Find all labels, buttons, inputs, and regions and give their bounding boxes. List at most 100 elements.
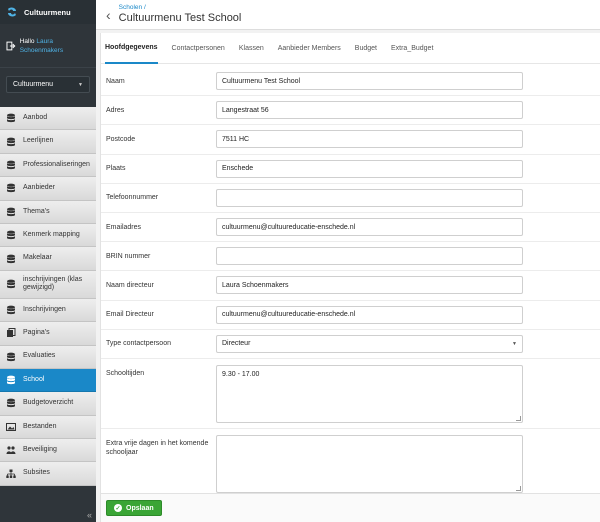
sidebar-collapse-button[interactable]: « [0, 508, 96, 522]
database-icon [7, 399, 15, 408]
form-row-postcode: Postcode 7511 HC [101, 125, 600, 155]
sidebar-item-label: inschrijvingen (klas gewijzigd) [23, 275, 83, 292]
field-label: Naam directeur [106, 281, 154, 289]
caret-down-icon: ▼ [78, 81, 83, 88]
sidebar-item-makelaar[interactable]: Makelaar [0, 247, 96, 271]
form-row-naam-directeur: Naam directeur Laura Schoenmakers [101, 271, 600, 301]
database-icon [7, 230, 15, 240]
logout-icon[interactable] [6, 41, 16, 51]
tab-hoofdgegevens[interactable]: Hoofdgegevens [105, 33, 158, 64]
page-title: Cultuurmenu Test School [118, 12, 242, 24]
check-icon: ✓ [114, 504, 122, 512]
database-icon [7, 254, 15, 263]
school-form: Naam Cultuurmenu Test School Adres Lange… [101, 67, 600, 499]
schooltijden-textarea[interactable]: 9.30 - 17.00 [216, 364, 523, 423]
sidebar-item-label: Makelaar [23, 254, 52, 262]
sidebar-item-evaluaties[interactable]: Evaluaties [0, 345, 96, 369]
tab-extra-budget[interactable]: Extra_Budget [391, 33, 433, 64]
tab-budget[interactable]: Budget [355, 33, 377, 64]
database-icon [7, 113, 15, 123]
form-row-plaats: Plaats Enschede [101, 155, 600, 184]
form-row-email-directeur: Email Directeur cultuurmenu@cultuureduca… [101, 301, 600, 330]
collapse-icon: « [86, 510, 92, 520]
tab-contactpersonen[interactable]: Contactpersonen [172, 33, 225, 64]
naam-directeur-input[interactable]: Laura Schoenmakers [216, 276, 523, 295]
resize-grip-icon[interactable] [516, 415, 521, 421]
sidebar-item-aanbod[interactable]: Aanbod [0, 107, 96, 131]
sidebar-item-label: Budgetoverzicht [23, 399, 74, 407]
tab-bar: Hoofdgegevens Contactpersonen Klassen Aa… [101, 33, 600, 64]
sidebar-item-label: Leerlijnen [23, 137, 54, 145]
form-row-emailadres: Emailadres cultuurmenu@cultuureducatie-e… [101, 213, 600, 243]
sitemap-icon [6, 469, 16, 478]
sidebar-item-inschrijvingen-klas-gewijzigd[interactable]: inschrijvingen (klas gewijzigd) [0, 270, 96, 299]
save-button[interactable]: ✓ Opslaan [106, 500, 162, 516]
organization-select[interactable]: Cultuurmenu ▼ [6, 76, 90, 93]
sidebar-nav: Aanbod Leerlijnen Professionaliseringen … [0, 107, 96, 486]
brin-input[interactable] [216, 247, 523, 266]
tab-klassen[interactable]: Klassen [239, 33, 264, 64]
sidebar-item-label: Thema's [23, 207, 50, 215]
sidebar-item-subsites[interactable]: Subsites [0, 462, 96, 486]
main-content: ‹ Scholen / Cultuurmenu Test School Hoof… [96, 0, 600, 522]
sidebar-item-label: Kenmerk mapping [23, 230, 80, 238]
form-row-adres: Adres Langestraat 56 [101, 96, 600, 126]
database-icon [7, 183, 15, 193]
field-label: Telefoonnummer [106, 194, 159, 202]
cultuurmenu-logo-icon [8, 7, 16, 17]
sidebar-item-label: Beveiliging [23, 446, 57, 454]
naam-input[interactable]: Cultuurmenu Test School [216, 72, 523, 91]
email-directeur-input[interactable]: cultuurmenu@cultuureducatie-enschede.nl [216, 305, 523, 324]
brand[interactable]: Cultuurmenu [0, 0, 96, 24]
telefoonnummer-input[interactable] [216, 188, 523, 207]
extra-vrije-dagen-textarea[interactable] [216, 434, 523, 493]
image-icon [6, 422, 16, 431]
field-label: Email Directeur [106, 311, 154, 319]
tab-aanbieder-members[interactable]: Aanbieder Members [278, 33, 341, 64]
sidebar-item-professionaliseringen[interactable]: Professionaliseringen [0, 153, 96, 178]
pages-icon [7, 328, 16, 338]
brand-name: Cultuurmenu [24, 7, 71, 17]
form-row-schooltijden: Schooltijden 9.30 - 17.00 [101, 359, 600, 429]
sidebar-item-label: School [23, 375, 45, 383]
field-label: Schooltijden [106, 369, 145, 377]
field-label: Extra vrije dagen in het komende schoolj… [106, 439, 209, 456]
sidebar-item-label: Inschrijvingen [23, 305, 66, 313]
greeting-label: Hallo [19, 37, 35, 45]
postcode-input[interactable]: 7511 HC [216, 130, 523, 149]
sidebar-item-bestanden[interactable]: Bestanden [0, 415, 96, 440]
breadcrumb[interactable]: Scholen / [119, 4, 242, 12]
textarea-value: 9.30 - 17.00 [222, 370, 260, 378]
form-row-telefoonnummer: Telefoonnummer [101, 184, 600, 213]
sidebar-item-budgetoverzicht[interactable]: Budgetoverzicht [0, 392, 96, 416]
users-icon [6, 446, 16, 455]
sidebar-item-label: Evaluaties [23, 352, 56, 360]
sidebar-item-beveiliging[interactable]: Beveiliging [0, 439, 96, 463]
adres-input[interactable]: Langestraat 56 [216, 101, 523, 120]
database-icon [7, 137, 15, 146]
sidebar-item-leerlijnen[interactable]: Leerlijnen [0, 130, 96, 154]
sidebar-item-label: Aanbieder [23, 184, 55, 192]
sidebar-item-inschrijvingen[interactable]: Inschrijvingen [0, 298, 96, 323]
sidebar-item-kenmerk-mapping[interactable]: Kenmerk mapping [0, 223, 96, 248]
sidebar-item-aanbieder[interactable]: Aanbieder [0, 177, 96, 201]
user-greeting[interactable]: Hallo Laura Schoenmakers [0, 24, 96, 68]
sidebar-item-label: Bestanden [23, 422, 57, 430]
sidebar-item-label: Pagina's [23, 329, 50, 337]
field-label: Emailadres [106, 223, 142, 231]
back-chevron-icon[interactable]: ‹ [106, 8, 111, 22]
select-value: Directeur [222, 340, 251, 348]
plaats-input[interactable]: Enschede [216, 159, 523, 178]
save-button-label: Opslaan [126, 504, 154, 512]
form-row-extra-vrije-dagen: Extra vrije dagen in het komende schoolj… [101, 429, 600, 499]
field-label: Type contactpersoon [106, 340, 171, 348]
emailadres-input[interactable]: cultuurmenu@cultuureducatie-enschede.nl [216, 218, 523, 237]
sidebar-item-paginas[interactable]: Pagina's [0, 322, 96, 346]
sidebar-item-school[interactable]: School [0, 368, 96, 393]
resize-grip-icon[interactable] [516, 485, 521, 491]
form-row-naam: Naam Cultuurmenu Test School [101, 67, 600, 97]
page-header: ‹ Scholen / Cultuurmenu Test School [96, 0, 600, 30]
sidebar-item-themas[interactable]: Thema's [0, 200, 96, 224]
type-contactpersoon-select[interactable]: Directeur ▼ [216, 334, 523, 353]
form-actions: ✓ Opslaan [101, 493, 600, 522]
